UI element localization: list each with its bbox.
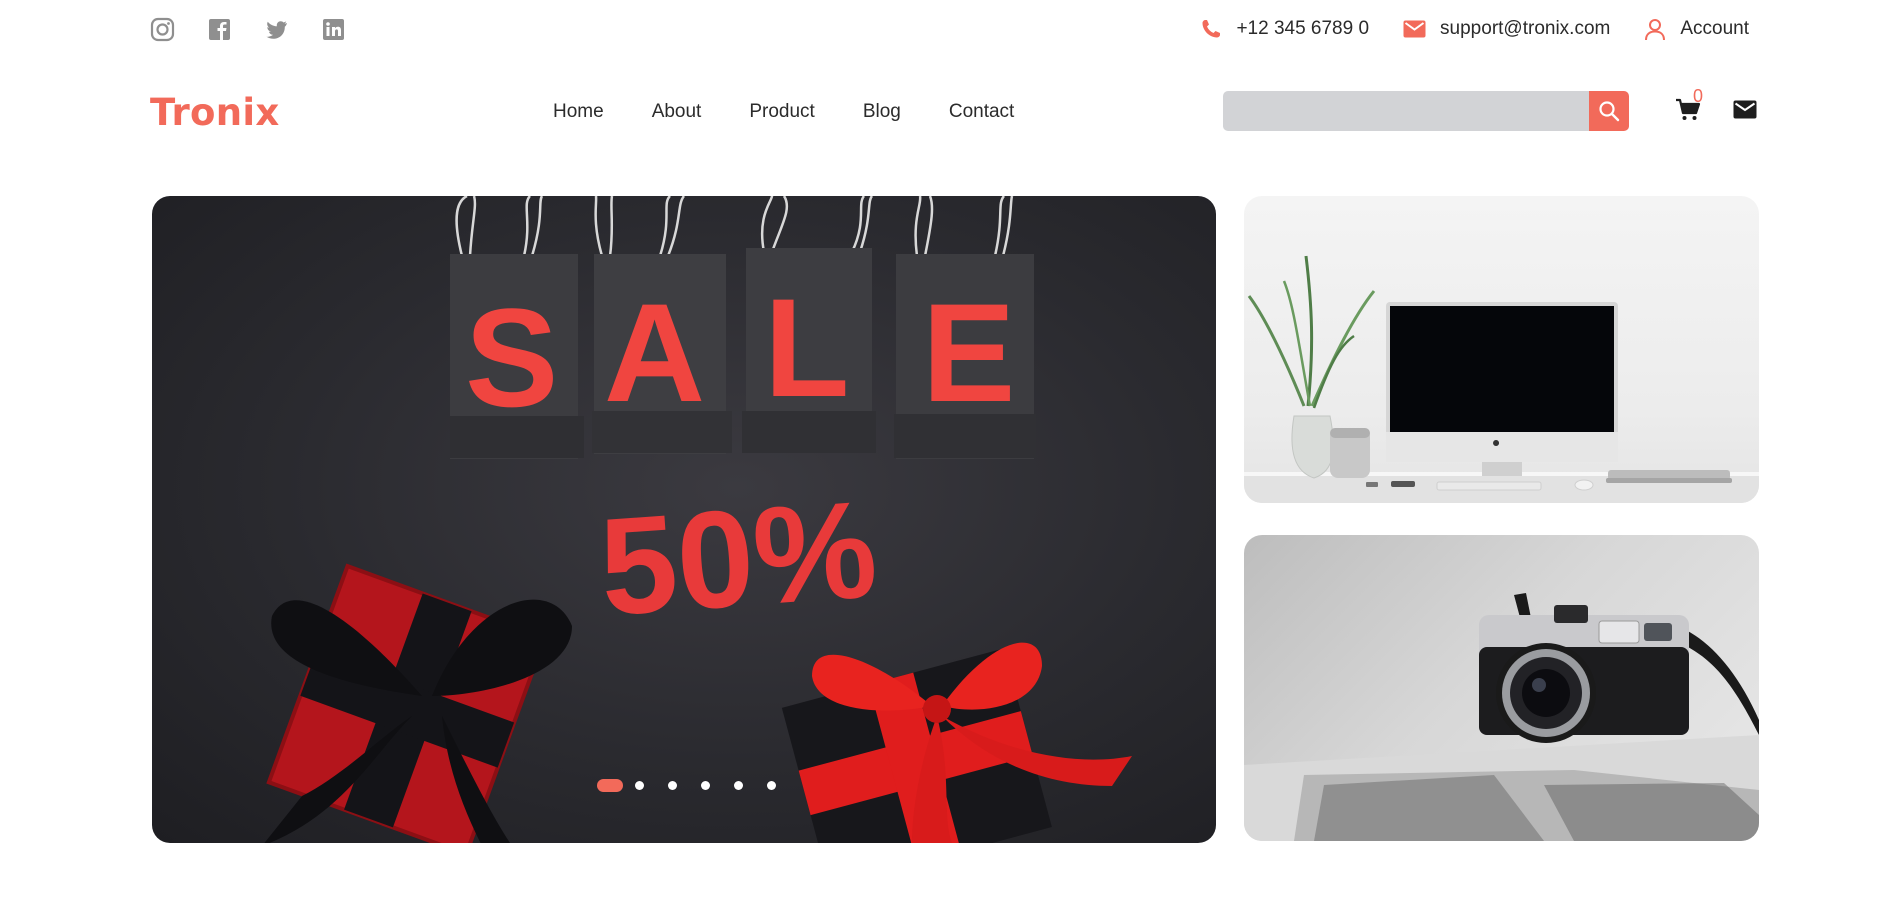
logo[interactable]: Tronix [150, 91, 280, 134]
social-links [150, 17, 346, 42]
computer-image [1244, 255, 1759, 503]
nav-home[interactable]: Home [553, 101, 604, 123]
discount-label: 50% [595, 472, 881, 645]
slider-dot-2[interactable] [635, 781, 644, 790]
user-icon [1645, 18, 1666, 40]
slider-dot-6[interactable] [767, 781, 776, 790]
nav-about[interactable]: About [652, 101, 702, 123]
search-input[interactable] [1223, 91, 1589, 131]
slider-pagination [597, 779, 800, 792]
sale-letter-s: S [465, 279, 558, 436]
nav-contact[interactable]: Contact [949, 101, 1014, 123]
sale-letter-a: A [604, 274, 705, 431]
account-label: Account [1680, 18, 1749, 39]
phone-contact[interactable]: +12 345 6789 0 [1200, 18, 1369, 40]
slider-dot-4[interactable] [701, 781, 710, 790]
sale-banner-image: S A L E 50% [264, 196, 1132, 843]
email-contact[interactable]: support@tronix.com [1403, 18, 1610, 40]
main-header: Tronix Home About Product Blog Contact 0 [150, 84, 1757, 140]
sale-letter-e: E [922, 274, 1015, 431]
envelope-icon [1733, 100, 1757, 119]
support-email: support@tronix.com [1440, 18, 1611, 39]
phone-icon [1202, 20, 1221, 38]
twitter-icon[interactable] [264, 17, 289, 42]
messages-button[interactable] [1733, 100, 1757, 124]
main-nav: Home About Product Blog Contact [553, 101, 1062, 123]
top-bar: +12 345 6789 0 support@tronix.com Accoun… [150, 12, 1749, 46]
slider-dot-1[interactable] [597, 779, 623, 792]
nav-blog[interactable]: Blog [863, 101, 901, 123]
nav-product[interactable]: Product [749, 101, 814, 123]
search-icon [1599, 101, 1620, 122]
camera-image [1244, 593, 1759, 841]
slider-dot-3[interactable] [668, 781, 677, 790]
contact-info: +12 345 6789 0 support@tronix.com Accoun… [1200, 18, 1749, 41]
phone-number: +12 345 6789 0 [1236, 18, 1370, 39]
cart-count-badge: 0 [1693, 86, 1704, 106]
search-button[interactable] [1589, 91, 1629, 131]
mail-icon [1403, 20, 1426, 38]
promo-card-camera[interactable] [1244, 535, 1759, 841]
instagram-icon[interactable] [150, 17, 175, 42]
search-bar [1223, 91, 1629, 131]
facebook-icon[interactable] [207, 17, 232, 42]
slider-dot-5[interactable] [734, 781, 743, 790]
promo-card-computer[interactable] [1244, 196, 1759, 503]
hero-slider[interactable]: S A L E 50% [152, 196, 1216, 843]
sale-letter-l: L [764, 269, 850, 426]
account-link[interactable]: Account [1644, 18, 1749, 41]
cart-button[interactable]: 0 [1675, 86, 1703, 126]
linkedin-icon[interactable] [321, 17, 346, 42]
